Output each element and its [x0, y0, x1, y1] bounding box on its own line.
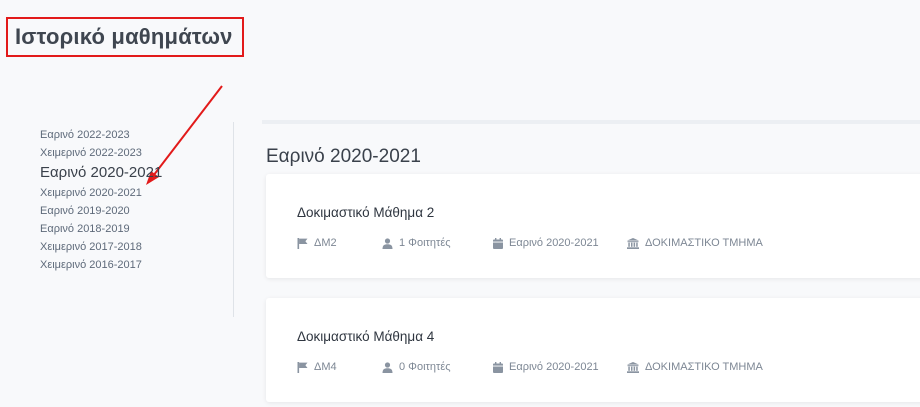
semester-heading: Εαρινό 2020-2021	[266, 146, 421, 167]
course-semester-text: Εαρινό 2020-2021	[509, 237, 599, 249]
page-title: Ιστορικό μαθημάτων	[15, 24, 233, 49]
course-code: ΔΜ2	[297, 237, 337, 249]
calendar-icon	[493, 361, 503, 373]
sidebar-item-winter-2020-2021[interactable]: Χειμερινό 2020-2021	[40, 184, 162, 202]
title-highlight-box: Ιστορικό μαθημάτων	[6, 17, 244, 57]
calendar-icon	[493, 237, 503, 249]
sidebar-item-winter-2016-2017[interactable]: Χειμερινό 2016-2017	[40, 256, 162, 274]
sidebar-divider	[233, 122, 234, 317]
course-students-text: 1 Φοιτητές	[399, 237, 451, 249]
sidebar-item-spring-2019-2020[interactable]: Εαρινό 2019-2020	[40, 202, 162, 220]
course-students-text: 0 Φοιτητές	[399, 361, 451, 373]
course-department-text: ΔΟΚΙΜΑΣΤΙΚΟ ΤΜΗΜΑ	[645, 361, 763, 373]
course-department: ΔΟΚΙΜΑΣΤΙΚΟ ΤΜΗΜΑ	[627, 237, 763, 249]
flag-icon	[297, 237, 308, 249]
course-students: 0 Φοιτητές	[382, 361, 451, 373]
sidebar-item-winter-2022-2023[interactable]: Χειμερινό 2022-2023	[40, 144, 162, 162]
sidebar-item-winter-2017-2018[interactable]: Χειμερινό 2017-2018	[40, 238, 162, 256]
sidebar-item-spring-2018-2019[interactable]: Εαρινό 2018-2019	[40, 220, 162, 238]
course-department: ΔΟΚΙΜΑΣΤΙΚΟ ΤΜΗΜΑ	[627, 361, 763, 373]
institution-icon	[627, 237, 639, 249]
course-card[interactable]: Δοκιμαστικό Μάθημα 4 ΔΜ4 0 Φοιτητές Εαρι…	[266, 298, 920, 402]
course-code-text: ΔΜ2	[314, 237, 337, 249]
course-code-text: ΔΜ4	[314, 361, 337, 373]
course-students: 1 Φοιτητές	[382, 237, 451, 249]
course-semester: Εαρινό 2020-2021	[493, 237, 599, 249]
course-semester: Εαρινό 2020-2021	[493, 361, 599, 373]
content-top-strip	[262, 120, 920, 124]
user-icon	[382, 361, 393, 373]
sidebar-item-spring-2020-2021[interactable]: Εαρινό 2020-2021	[40, 162, 162, 184]
course-card[interactable]: Δοκιμαστικό Μάθημα 2 ΔΜ2 1 Φοιτητές Εαρι…	[266, 174, 920, 278]
course-semester-text: Εαρινό 2020-2021	[509, 361, 599, 373]
semester-sidebar: Εαρινό 2022-2023 Χειμερινό 2022-2023 Εαρ…	[40, 126, 162, 274]
course-code: ΔΜ4	[297, 361, 337, 373]
institution-icon	[627, 361, 639, 373]
course-title[interactable]: Δοκιμαστικό Μάθημα 4	[297, 329, 434, 344]
sidebar-item-spring-2022-2023[interactable]: Εαρινό 2022-2023	[40, 126, 162, 144]
course-title[interactable]: Δοκιμαστικό Μάθημα 2	[297, 205, 434, 220]
course-department-text: ΔΟΚΙΜΑΣΤΙΚΟ ΤΜΗΜΑ	[645, 237, 763, 249]
user-icon	[382, 237, 393, 249]
flag-icon	[297, 361, 308, 373]
